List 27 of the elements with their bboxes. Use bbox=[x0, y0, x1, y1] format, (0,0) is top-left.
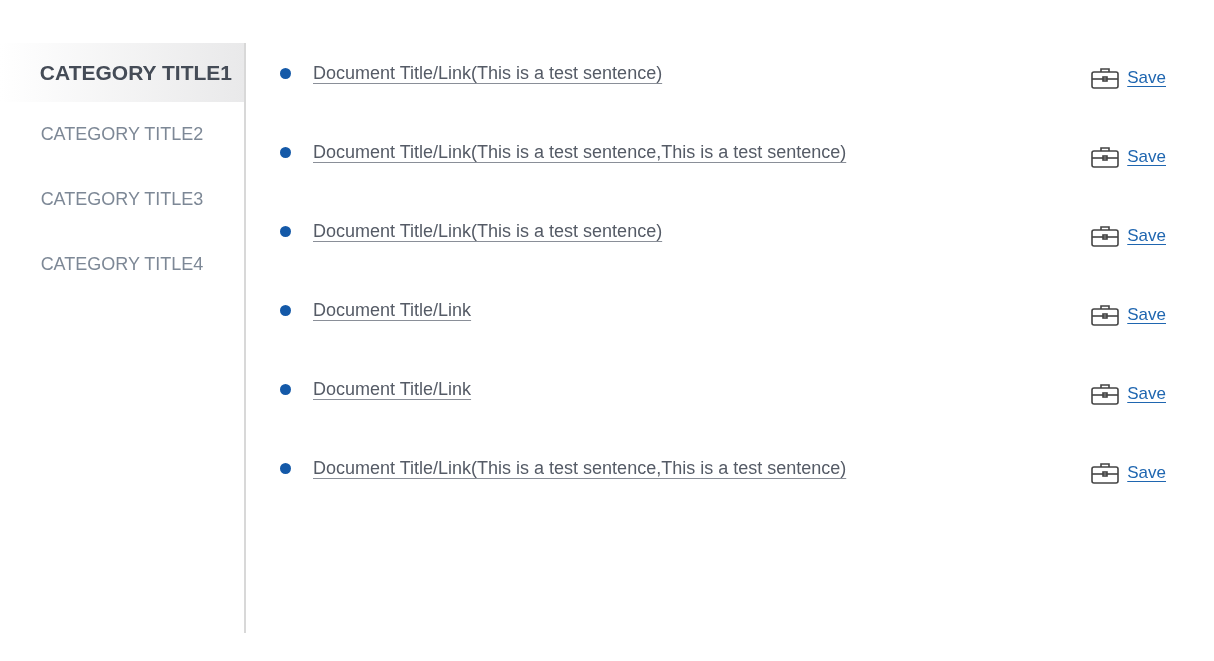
bullet-icon bbox=[280, 147, 291, 158]
briefcase-icon bbox=[1091, 383, 1120, 405]
bullet-icon bbox=[280, 384, 291, 395]
save-link[interactable]: Save bbox=[1127, 305, 1166, 325]
save-link[interactable]: Save bbox=[1127, 147, 1166, 167]
bullet-icon bbox=[280, 305, 291, 316]
document-link[interactable]: Document Title/Link(This is a test sentence) bbox=[313, 221, 663, 242]
briefcase-icon bbox=[1091, 462, 1120, 484]
save-link[interactable]: Save bbox=[1127, 226, 1166, 246]
document-link[interactable]: Document Title/Link(This is a test sentence,This is a test sentence) bbox=[313, 458, 847, 479]
save-link[interactable]: Save bbox=[1127, 384, 1166, 404]
briefcase-icon bbox=[1091, 67, 1120, 89]
category-tab[interactable]: CATEGORY TITLE3 bbox=[0, 167, 244, 232]
save-link[interactable]: Save bbox=[1127, 68, 1166, 88]
briefcase-icon bbox=[1091, 304, 1120, 326]
category-tab[interactable]: CATEGORY TITLE2 bbox=[0, 102, 244, 167]
document-link[interactable]: Document Title/Link(This is a test sentence,This is a test sentence) bbox=[313, 142, 847, 163]
document-link[interactable]: Document Title/Link bbox=[313, 300, 472, 321]
category-tab[interactable]: CATEGORY TITLE4 bbox=[0, 232, 244, 297]
briefcase-icon bbox=[1091, 225, 1120, 247]
document-link[interactable]: Document Title/Link bbox=[313, 379, 472, 400]
bullet-icon bbox=[280, 226, 291, 237]
document-link[interactable]: Document Title/Link(This is a test sentence) bbox=[313, 63, 663, 84]
briefcase-icon bbox=[1091, 146, 1120, 168]
bullet-icon bbox=[280, 463, 291, 474]
save-link[interactable]: Save bbox=[1127, 463, 1166, 483]
bullet-icon bbox=[280, 68, 291, 79]
